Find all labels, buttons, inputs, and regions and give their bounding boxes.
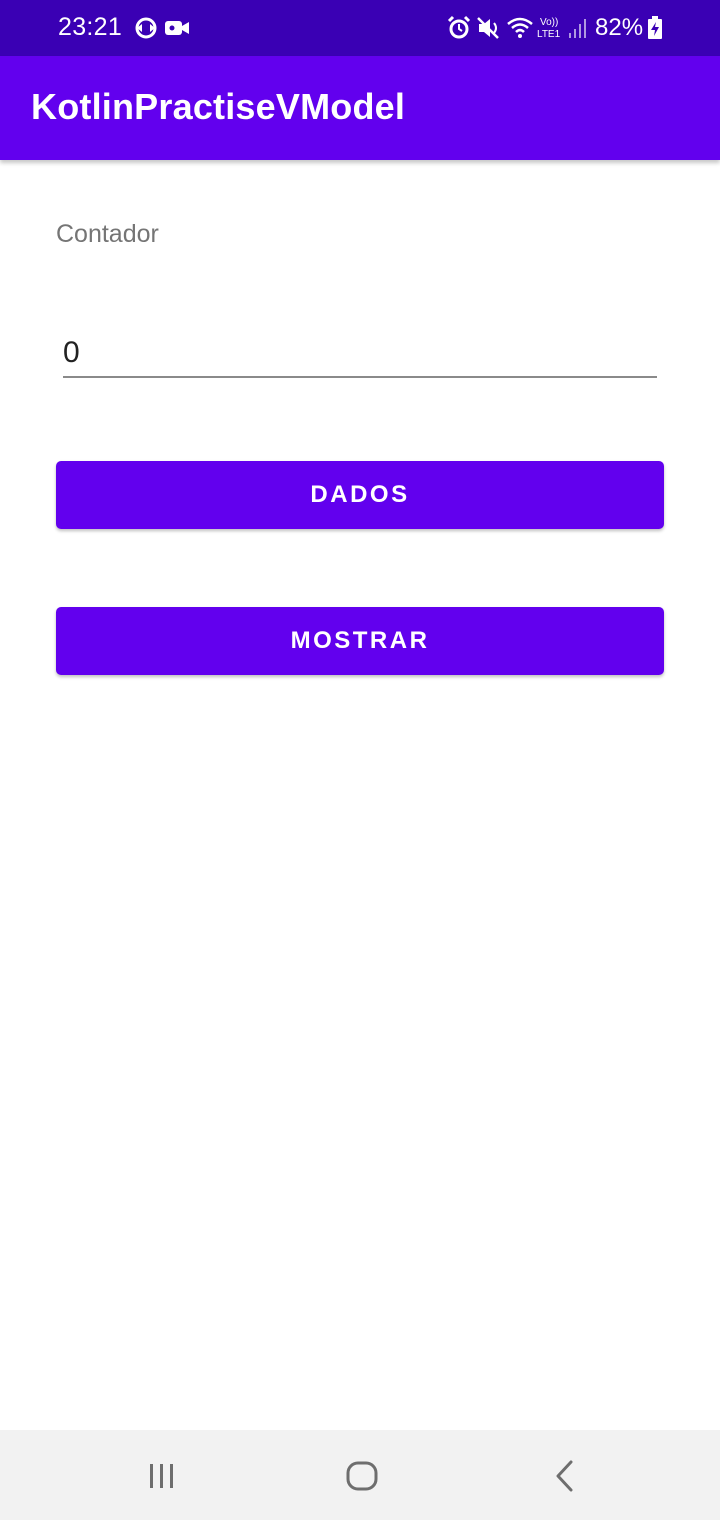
status-time: 23:21 [58,13,123,41]
volte-lte-icon: Vo)) LTE1 [537,15,567,41]
status-bar: 23:21 Vo)) LTE1 82% [0,0,720,56]
signal-icon [567,15,589,41]
app-title: KotlinPractiseVModel [31,86,406,127]
video-camera-icon [164,15,190,41]
dados-button[interactable]: DADOS [56,461,664,529]
app-bar: KotlinPractiseVModel [0,56,720,160]
navigation-bar [0,1430,720,1520]
contador-label: Contador [56,220,159,248]
mostrar-button[interactable]: MOSTRAR [56,607,664,675]
alarm-icon [446,15,472,41]
svg-text:Vo)): Vo)) [540,17,558,28]
back-icon[interactable] [540,1452,588,1500]
svg-text:LTE1: LTE1 [537,29,561,40]
battery-percentage: 82% [595,14,644,41]
battery-charging-icon [647,15,663,41]
home-icon[interactable] [338,1452,386,1500]
counter-input[interactable] [63,330,657,378]
screen: 23:21 Vo)) LTE1 82% KotlinPractiseVModel… [0,0,720,1520]
mute-icon [476,15,502,41]
sync-icon [133,15,159,41]
recent-apps-icon[interactable] [138,1452,186,1500]
wifi-icon [506,15,533,41]
